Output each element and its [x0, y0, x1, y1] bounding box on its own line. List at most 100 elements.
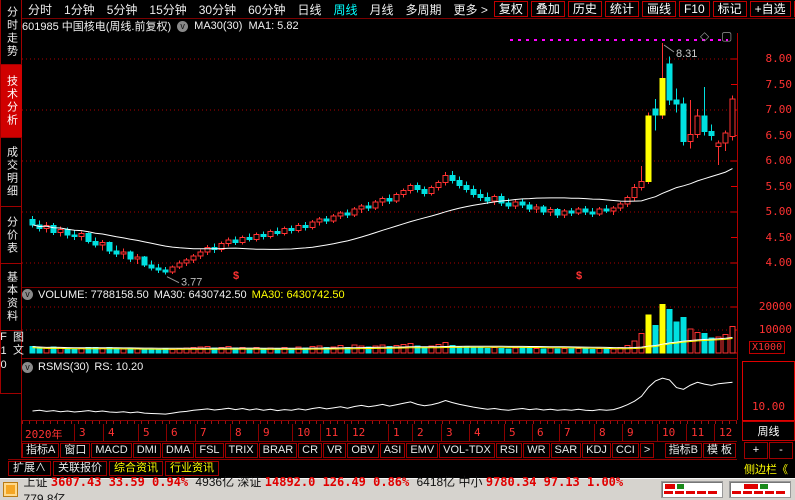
diamond-marker-icon[interactable]: ◇	[700, 30, 709, 42]
period-tab-1分钟[interactable]: 1分钟	[58, 1, 101, 18]
rsms-chart[interactable]	[22, 374, 737, 420]
volume-header: v VOLUME: 7788158.50 MA30: 6430742.50 MA…	[22, 287, 737, 301]
price-tick-label: 5.50	[765, 179, 793, 193]
timeline-month: 11	[691, 426, 705, 439]
price-tick-label: 6.00	[765, 154, 793, 167]
index-上证: 上证	[23, 474, 51, 489]
indicator-tab-指标B[interactable]: 指标B	[664, 443, 702, 458]
toolbar-action-复权[interactable]: 复权	[493, 1, 528, 17]
timeline-separator	[594, 424, 595, 441]
timeline-separator	[657, 424, 658, 441]
indicator-tab->[interactable]: >	[639, 443, 655, 458]
indicator-tab-TRIX[interactable]: TRIX	[224, 443, 258, 458]
timeline-separator	[388, 424, 389, 441]
timeline-separator	[504, 424, 505, 441]
chevron-down-icon[interactable]: v	[177, 20, 189, 32]
indicator-tab-VR[interactable]: VR	[323, 443, 347, 458]
period-box[interactable]: 周线	[742, 421, 795, 441]
timeline-month: 12	[719, 426, 733, 439]
toolbar-action-叠加[interactable]: 叠加	[530, 1, 565, 17]
rsms-value: RS: 10.20	[94, 361, 144, 373]
indicator-tab-窗口[interactable]: 窗口	[60, 443, 91, 458]
indicator-tab-指标A[interactable]: 指标A	[22, 443, 60, 458]
svg-text:8.31: 8.31	[676, 48, 697, 60]
index-上证: 3607.43 33.59 0.94%	[50, 474, 196, 489]
period-tab-5分钟[interactable]: 5分钟	[101, 1, 144, 18]
period-tab-周线[interactable]: 周线	[327, 1, 363, 18]
timeline-month: 6	[537, 426, 544, 439]
indicator-tab-FSL[interactable]: FSL	[195, 443, 224, 458]
toolbar-action-+自选[interactable]: +自选	[749, 1, 791, 17]
app-icon[interactable]	[3, 482, 18, 497]
sidebar-toggle[interactable]: 侧边栏《	[744, 461, 788, 477]
indicator-tab-模 板[interactable]: 模 板	[702, 443, 736, 458]
price-tick-label: 5.00	[765, 205, 793, 218]
indicator-tab-BRAR[interactable]: BRAR	[258, 443, 298, 458]
sidebar-item-图文F10[interactable]: 图文F10	[0, 331, 24, 394]
indicator-tab-row: 指标A 窗口 MACD DMI DMA FSL TRIX BRAR CR VR OBV ASI EMV V…	[22, 441, 737, 459]
period-tab-更多 >[interactable]: 更多 >	[448, 1, 494, 18]
indicator-tab-CCI[interactable]: CCI	[611, 443, 639, 458]
indicator-tab-KDJ[interactable]: KDJ	[582, 443, 611, 458]
timeline-separator	[686, 424, 687, 441]
sidebar-item-分时走势[interactable]: 分时走势	[0, 0, 22, 65]
timeline-separator	[195, 424, 196, 441]
toolbar-action-F10[interactable]: F10	[678, 1, 710, 17]
price-tick-label: 6.50	[765, 128, 793, 142]
timeline-separator	[292, 424, 293, 441]
remove-pane-button[interactable]: -	[769, 442, 793, 459]
add-pane-button[interactable]: +	[744, 442, 768, 459]
period-tab-30分钟[interactable]: 30分钟	[193, 1, 242, 18]
svg-text:$: $	[576, 270, 582, 282]
period-toolbar: 分时 1分钟 5分钟 15分钟 30分钟 60分钟 日线 周线 月线 多周期 更多 > 复权 叠加 历史统…	[22, 0, 795, 19]
note-marker-icon[interactable]: ▢	[721, 30, 732, 42]
indicator-tab-SAR[interactable]: SAR	[550, 443, 582, 458]
indicator-tab-RSI[interactable]: RSI	[495, 443, 523, 458]
indicator-tab-DMI[interactable]: DMI	[132, 443, 161, 458]
timeline[interactable]: 2020年 3 4 5 6 7 8 9 10 11 12 1 2 3 4 5 6 7 8 9 10 11 12	[22, 420, 737, 441]
volume-value: VOLUME: 7788158.50	[38, 288, 149, 301]
volume-ma30b: MA30: 6430742.50	[251, 288, 345, 301]
index-中小: 779.8亿	[23, 491, 66, 500]
period-tab-月线[interactable]: 月线	[364, 1, 400, 18]
timeline-month: 8	[599, 426, 606, 439]
timeline-month: 2	[417, 426, 424, 439]
ma30-label: MA30(30)	[194, 20, 243, 32]
indicator-tab-MACD[interactable]: MACD	[91, 443, 132, 458]
market-heat-right	[729, 481, 791, 498]
toolbar-action-画线[interactable]: 画线	[641, 1, 676, 17]
sidebar-item-技术分析[interactable]: 技术分析	[0, 65, 22, 138]
indicator-tab-DMA[interactable]: DMA	[161, 443, 195, 458]
timeline-month: 5	[509, 426, 516, 439]
period-tab-日线[interactable]: 日线	[291, 1, 327, 18]
timeline-month: 1	[393, 426, 400, 439]
period-tab-多周期[interactable]: 多周期	[400, 1, 448, 18]
timeline-separator	[258, 424, 259, 441]
main-chart[interactable]: 8.31 3.77 $ $	[22, 33, 737, 287]
indicator-tab-ASI[interactable]: ASI	[379, 443, 406, 458]
svg-text:3.77: 3.77	[181, 277, 202, 287]
period-tab-60分钟[interactable]: 60分钟	[242, 1, 291, 18]
toolbar-action-统计[interactable]: 统计	[604, 1, 639, 17]
period-tab-分时[interactable]: 分时	[22, 1, 58, 18]
price-tick-label: 4.00	[765, 256, 793, 269]
stock-title: 601985 中国核电(周线.前复权)	[22, 21, 172, 33]
timeline-month: 9	[627, 426, 634, 439]
timeline-separator	[532, 424, 533, 441]
toolbar-action-历史[interactable]: 历史	[567, 1, 602, 17]
sidebar-item-成交明细[interactable]: 成交明细	[0, 138, 22, 207]
indicator-tab-OBV[interactable]: OBV	[347, 443, 379, 458]
sidebar-item-基本资料[interactable]: 基本资料	[0, 264, 22, 331]
svg-text:$: $	[233, 270, 239, 282]
app-window: 分时 1分钟 5分钟 15分钟 30分钟 60分钟 日线 周线 月线 多周期 更多 > 复权 叠加 历史统…	[0, 0, 795, 500]
indicator-tab-VOL-TDX[interactable]: VOL-TDX	[439, 443, 495, 458]
volume-chart[interactable]	[22, 300, 737, 358]
indicator-tab-EMV[interactable]: EMV	[406, 443, 439, 458]
market-heat-left	[661, 481, 724, 498]
period-tab-15分钟[interactable]: 15分钟	[143, 1, 192, 18]
collapse-volume-icon[interactable]: v	[22, 289, 33, 300]
toolbar-action-标记[interactable]: 标记	[712, 1, 747, 17]
indicator-tab-CR[interactable]: CR	[298, 443, 323, 458]
indicator-tab-WR[interactable]: WR	[523, 443, 550, 458]
sidebar-item-分价表[interactable]: 分价表	[0, 207, 22, 264]
